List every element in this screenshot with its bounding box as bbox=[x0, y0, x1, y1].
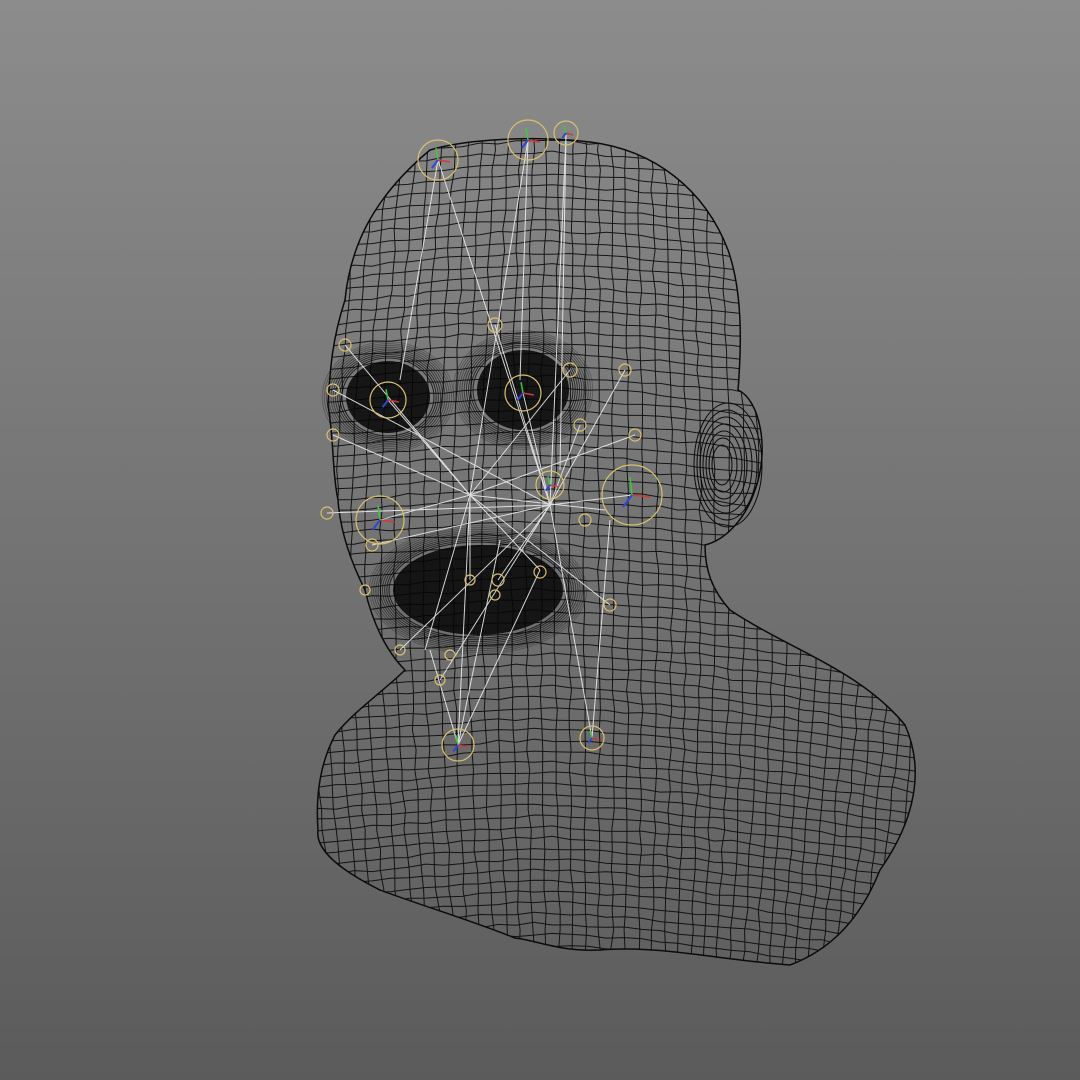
viewport-background bbox=[0, 0, 1080, 1080]
3d-viewport[interactable] bbox=[0, 0, 1080, 1080]
wireframe-scene[interactable] bbox=[0, 0, 1080, 1080]
